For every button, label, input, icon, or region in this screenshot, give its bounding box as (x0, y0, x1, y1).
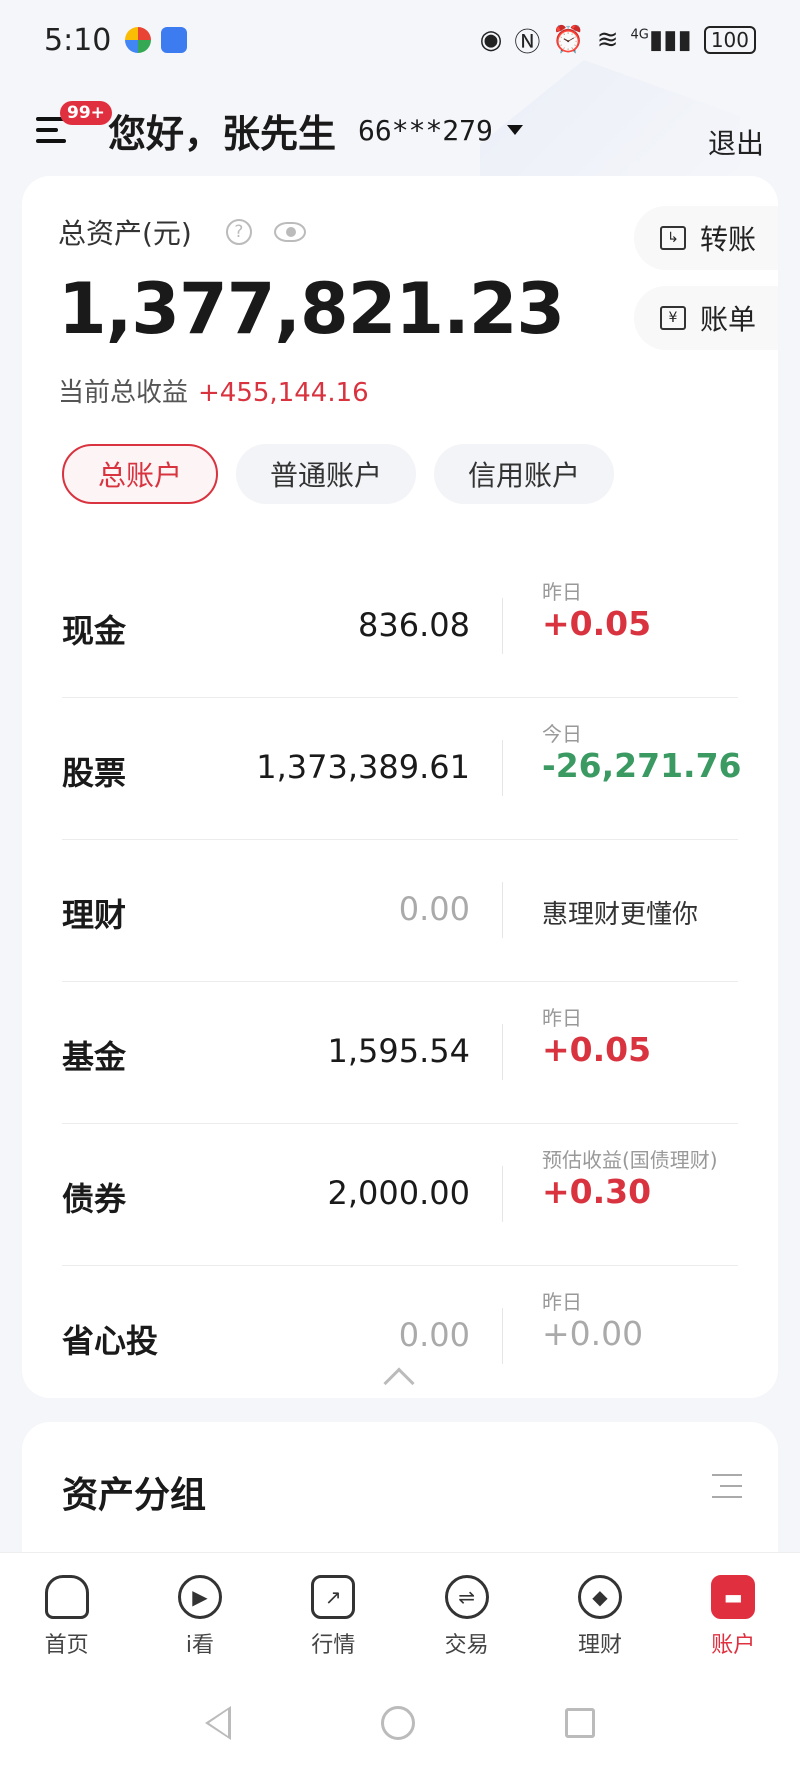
bill-icon: ¥ (660, 306, 686, 330)
nav-item-watch[interactable]: ▶ i看 (140, 1574, 260, 1659)
asset-change-label: 今日 (542, 722, 582, 746)
asset-change-value: +0.00 (542, 1314, 644, 1353)
nav-label: 理财 (577, 1632, 622, 1658)
asset-amount: 836.08 (358, 606, 470, 644)
asset-name: 省心投 (62, 1322, 159, 1360)
nav-item-wealth[interactable]: ◆ 理财 (540, 1574, 660, 1659)
list-icon[interactable] (712, 1474, 742, 1498)
nav-item-trade[interactable]: ⇌ 交易 (407, 1574, 527, 1659)
system-navigation-bar (0, 1680, 800, 1765)
total-assets-label: 总资产(元) (58, 217, 192, 250)
asset-row-bonds[interactable]: 债券 2,000.00 预估收益(国债理财) +0.30 (62, 1124, 738, 1266)
divider (502, 1166, 503, 1222)
asset-change-value: +0.05 (542, 1030, 652, 1069)
diamond-icon: ◆ (577, 1574, 622, 1619)
status-bar: 5:10 ◉ Ⓝ ⏰ ≋ 4G▮▮▮ 100 (0, 0, 800, 80)
asset-change-label: 昨日 (542, 580, 582, 604)
eye-comfort-icon: ◉ (479, 25, 503, 55)
asset-change-label: 预估收益(国债理财) (542, 1148, 718, 1172)
asset-change-label: 昨日 (542, 1290, 582, 1314)
divider (502, 598, 503, 654)
total-assets-label-row: 总资产(元) ? (58, 212, 306, 252)
account-tabs: 总账户 普通账户 信用账户 (62, 444, 615, 504)
asset-row-wealth[interactable]: 理财 0.00 惠理财更懂你 (62, 840, 738, 982)
asset-summary-card: 总资产(元) ? 1,377,821.23 当前总收益 +455,144.16 ↳… (22, 176, 778, 1399)
wifi-icon: ≋ (596, 25, 619, 55)
total-income-value: +455,144.16 (198, 378, 369, 408)
nav-label: 行情 (311, 1632, 356, 1658)
asset-row-funds[interactable]: 基金 1,595.54 昨日 +0.05 (62, 982, 738, 1124)
home-circle-icon[interactable] (381, 1705, 415, 1740)
tab-normal-account[interactable]: 普通账户 (236, 444, 417, 504)
asset-name: 股票 (62, 754, 127, 792)
asset-name: 债券 (62, 1180, 127, 1218)
alarm-icon: ⏰ (552, 25, 585, 55)
account-switch-icon[interactable] (506, 125, 523, 135)
nav-label: i看 (185, 1632, 215, 1658)
signal-icon: 4G▮▮▮ (630, 25, 692, 55)
nav-label: 首页 (44, 1632, 89, 1658)
asset-name: 基金 (62, 1038, 127, 1076)
asset-group-title: 资产分组 (62, 1475, 207, 1516)
asset-change-value: +0.05 (542, 604, 652, 643)
status-time: 5:10 (44, 22, 112, 58)
asset-amount: 2,000.00 (327, 1174, 471, 1212)
asset-change-value: -26,271.76 (542, 746, 742, 785)
nav-label: 账户 (711, 1632, 756, 1658)
nfc-icon: Ⓝ (514, 27, 541, 58)
recent-apps-icon[interactable] (565, 1707, 595, 1738)
transfer-icon: ↳ (660, 226, 686, 250)
nav-item-market[interactable]: ↗ 行情 (273, 1574, 393, 1659)
divider (502, 1024, 503, 1080)
help-icon[interactable]: ? (225, 219, 252, 245)
nav-label: 交易 (444, 1632, 489, 1658)
transfer-button[interactable]: ↳ 转账 (634, 206, 778, 270)
asset-amount: 1,373,389.61 (256, 748, 470, 786)
top-header: 99+ 您好，张先生 66***279 退出 (0, 95, 800, 165)
asset-name: 理财 (62, 896, 127, 934)
total-income-label: 当前总收益 (58, 378, 189, 408)
nav-item-account[interactable]: ▬ 账户 (673, 1574, 793, 1659)
divider (502, 740, 503, 796)
total-income: 当前总收益 +455,144.16 (58, 372, 369, 409)
tab-total-account[interactable]: 总账户 (62, 444, 219, 504)
back-icon[interactable] (205, 1705, 231, 1740)
visibility-toggle-icon[interactable] (273, 222, 306, 242)
app-notification-icon (161, 27, 188, 53)
asset-amount: 0.00 (398, 890, 470, 928)
tab-credit-account[interactable]: 信用账户 (434, 444, 615, 504)
total-assets-value: 1,377,821.23 (58, 268, 565, 350)
bottom-nav: 首页 ▶ i看 ↗ 行情 ⇌ 交易 ◆ 理财 ▬ 账户 (0, 1552, 800, 1680)
greeting: 您好，张先生 (108, 111, 337, 156)
asset-change-label: 昨日 (542, 1006, 582, 1030)
transfer-label: 转账 (700, 223, 757, 256)
asset-name: 现金 (62, 612, 127, 650)
wealth-promo[interactable]: 惠理财更懂你 (542, 894, 698, 931)
divider (502, 882, 503, 938)
home-icon (44, 1574, 89, 1619)
battery-icon: 100 (703, 26, 756, 54)
asset-change-value: +0.30 (542, 1172, 652, 1211)
account-number[interactable]: 66***279 (358, 114, 493, 147)
logout-button[interactable]: 退出 (708, 122, 764, 162)
asset-list: 现金 836.08 昨日 +0.05 股票 1,373,389.61 今日 -2… (62, 556, 742, 1408)
chart-icon: ↗ (311, 1574, 356, 1619)
asset-row-stocks[interactable]: 股票 1,373,389.61 今日 -26,271.76 (62, 698, 742, 840)
app-notification-icon (125, 27, 152, 53)
asset-amount: 0.00 (398, 1316, 470, 1354)
nav-item-home[interactable]: 首页 (7, 1574, 127, 1659)
status-indicators: ◉ Ⓝ ⏰ ≋ 4G▮▮▮ 100 (480, 22, 756, 59)
account-icon: ▬ (711, 1574, 756, 1619)
play-icon: ▶ (177, 1574, 222, 1619)
menu-icon[interactable]: 99+ (36, 101, 112, 145)
bill-button[interactable]: ¥ 账单 (634, 286, 778, 350)
bill-label: 账单 (700, 303, 757, 336)
divider (502, 1308, 503, 1364)
message-badge: 99+ (60, 101, 112, 125)
exchange-icon: ⇌ (444, 1574, 489, 1619)
asset-row-cash[interactable]: 现金 836.08 昨日 +0.05 (62, 556, 738, 698)
asset-amount: 1,595.54 (327, 1032, 471, 1070)
